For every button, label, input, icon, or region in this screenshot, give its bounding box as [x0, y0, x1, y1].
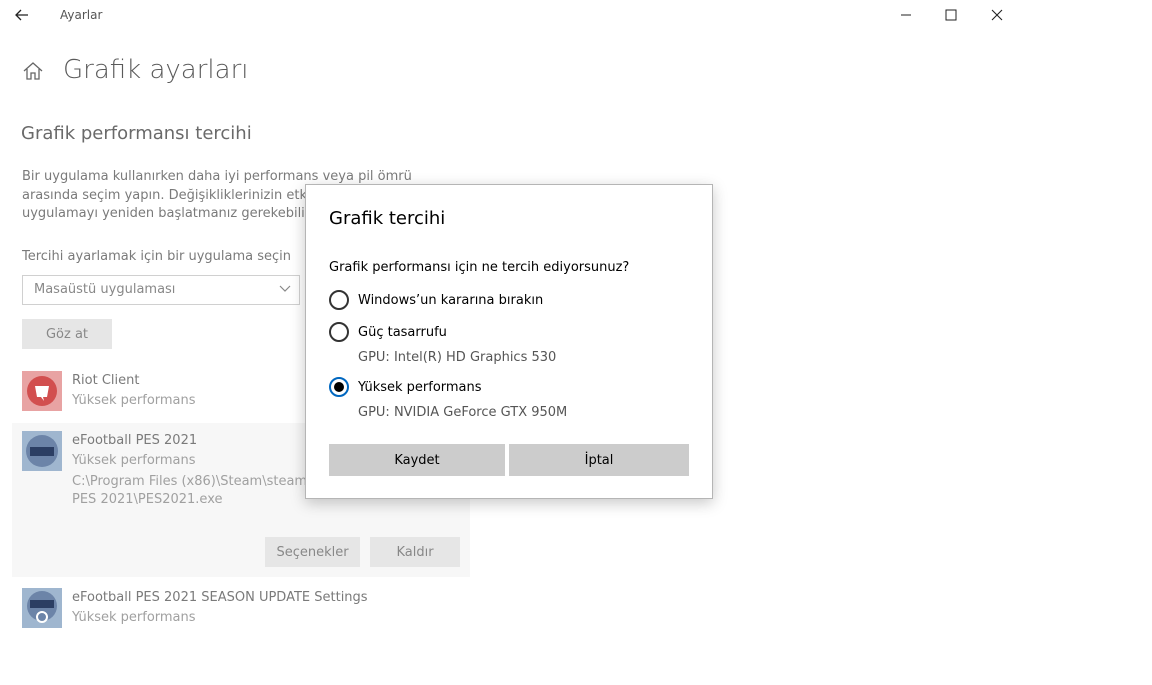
high-performance-gpu: GPU: NVIDIA GeForce GTX 950M [358, 405, 568, 420]
section-title: Grafik performansı tercihi [21, 123, 252, 144]
radio-button-selected[interactable] [329, 377, 349, 397]
option-label: Yüksek performans [358, 379, 482, 395]
app-preference: Yüksek performans [72, 393, 196, 408]
option-label: Windows’un kararına bırakın [358, 292, 544, 308]
minimize-button[interactable] [883, 0, 929, 30]
graphics-preference-dialog: Grafik tercihi Grafik performansı için n… [305, 184, 713, 499]
app-preference: Yüksek performans [72, 453, 196, 468]
riot-client-app-icon [22, 371, 62, 411]
home-button[interactable] [22, 60, 44, 82]
page-title: Grafik ayarları [63, 55, 249, 85]
list-item[interactable] [22, 371, 62, 411]
close-button[interactable] [974, 0, 1020, 30]
app-name: Riot Client [72, 373, 140, 388]
maximize-icon [945, 9, 957, 21]
cancel-button[interactable]: İptal [509, 444, 689, 476]
dialog-question: Grafik performansı için ne tercih ediyor… [329, 260, 630, 275]
app-path-line-2: PES 2021\PES2021.exe [72, 492, 223, 507]
option-label: Güç tasarrufu [358, 324, 447, 340]
radio-button[interactable] [329, 322, 349, 342]
dialog-title: Grafik tercihi [329, 208, 446, 229]
radio-button[interactable] [329, 290, 349, 310]
window-title: Ayarlar [60, 8, 103, 22]
maximize-button[interactable] [928, 0, 974, 30]
back-button[interactable] [8, 2, 36, 28]
pes-2021-app-icon [22, 431, 62, 471]
app-preference: Yüksek performans [72, 610, 196, 625]
option-power-saving[interactable]: Güç tasarrufu [329, 322, 447, 342]
app-type-label: Tercihi ayarlamak için bir uygulama seçi… [22, 249, 291, 264]
option-let-windows-decide[interactable]: Windows’un kararına bırakın [329, 290, 543, 310]
remove-button[interactable]: Kaldır [370, 537, 460, 567]
app-type-select[interactable]: Masaüstü uygulaması [22, 275, 300, 305]
home-icon [23, 62, 43, 80]
minimize-icon [901, 14, 911, 16]
browse-button[interactable]: Göz at [22, 319, 112, 349]
radio-dot [334, 382, 344, 392]
pes-season-update-app-icon [22, 588, 62, 628]
app-name: eFootball PES 2021 [72, 433, 198, 448]
close-icon [991, 9, 1003, 21]
option-high-performance[interactable]: Yüksek performans [329, 377, 482, 397]
options-button[interactable]: Seçenekler [265, 537, 360, 567]
app-path-line-1: C:\Program Files (x86)\Steam\steamap [72, 474, 324, 489]
power-saving-gpu: GPU: Intel(R) HD Graphics 530 [358, 350, 557, 365]
app-type-select-value: Masaüstü uygulaması [34, 282, 176, 297]
app-name: eFootball PES 2021 SEASON UPDATE Setting… [72, 590, 368, 605]
back-arrow-icon [15, 9, 28, 21]
save-button[interactable]: Kaydet [329, 444, 505, 476]
chevron-down-icon [279, 285, 291, 292]
